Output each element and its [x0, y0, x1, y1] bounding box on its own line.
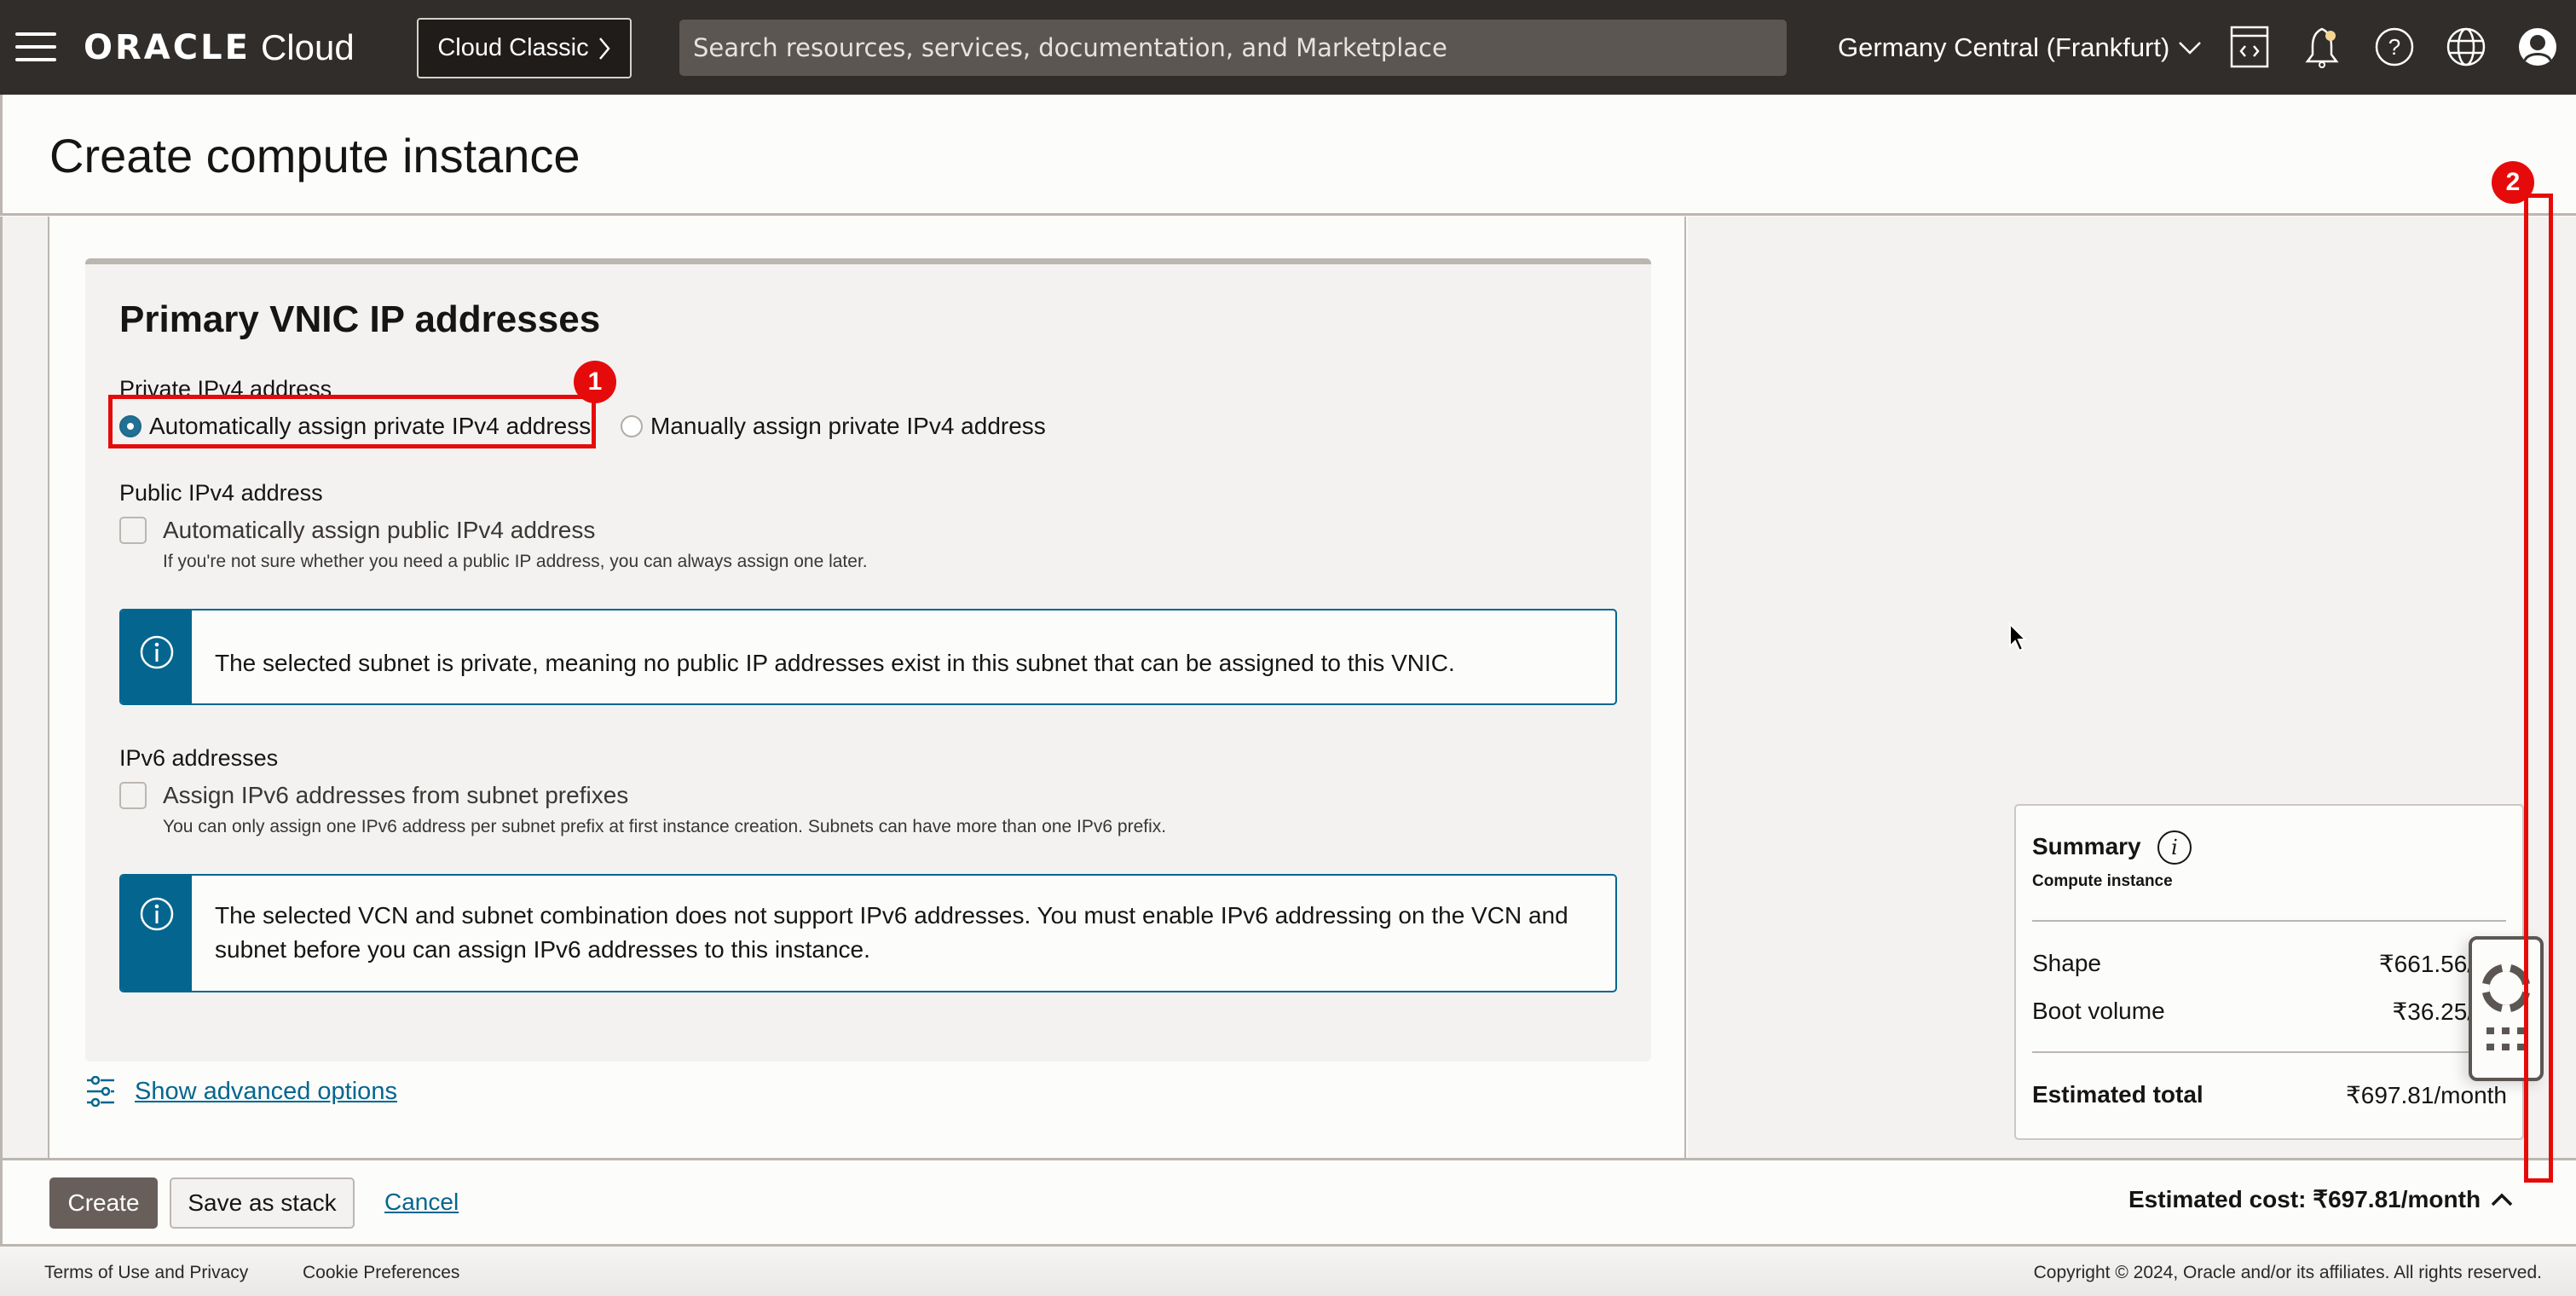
- ipv6-info-line-2: subnet before you can assign IPv6 addres…: [215, 936, 870, 963]
- radio-manual-private-ipv4-label[interactable]: Manually assign private IPv4 address: [650, 413, 1046, 440]
- checkbox-assign-ipv6-label[interactable]: Assign IPv6 addresses from subnet prefix…: [163, 782, 628, 809]
- region-label: Germany Central (Frankfurt): [1838, 32, 2170, 62]
- radio-manual-private-ipv4[interactable]: [621, 415, 643, 437]
- summary-total-value: ₹697.81/month: [2345, 1082, 2507, 1108]
- code-editor-icon[interactable]: [2227, 24, 2273, 70]
- copyright-text: Copyright © 2024, Oracle and/or its affi…: [2033, 1263, 2542, 1282]
- ipv6-info-line-1: The selected VCN and subnet combination …: [215, 902, 1568, 929]
- region-selector[interactable]: Germany Central (Frankfurt): [1838, 26, 2202, 70]
- private-subnet-info-banner: The selected subnet is private, meaning …: [119, 609, 1617, 705]
- summary-divider: [2032, 920, 2506, 922]
- annotation-badge-2: 2: [2492, 161, 2534, 204]
- chevron-right-icon: [598, 37, 610, 60]
- cloud-wordmark: Cloud: [260, 27, 355, 67]
- summary-total-label: Estimated total: [2032, 1081, 2203, 1108]
- summary-divider: [2032, 1051, 2506, 1053]
- language-globe-icon[interactable]: [2443, 24, 2489, 70]
- show-advanced-options[interactable]: Show advanced options: [85, 1076, 397, 1107]
- chevron-up-icon: [2491, 1193, 2513, 1206]
- lifebuoy-icon: [2482, 964, 2530, 1012]
- cancel-link[interactable]: Cancel: [384, 1189, 459, 1216]
- checkbox-auto-public-ipv4[interactable]: [119, 517, 147, 544]
- private-subnet-info-text: The selected subnet is private, meaning …: [215, 650, 1455, 676]
- help-icon[interactable]: ?: [2371, 24, 2417, 70]
- show-advanced-options-link[interactable]: Show advanced options: [135, 1078, 397, 1106]
- section-title: Primary VNIC IP addresses: [119, 298, 601, 340]
- checkbox-assign-ipv6[interactable]: [119, 782, 147, 809]
- sliders-icon: [87, 1076, 114, 1107]
- menu-icon[interactable]: [15, 32, 56, 61]
- summary-subtitle: Compute instance: [2032, 872, 2173, 890]
- checkbox-auto-public-ipv4-label[interactable]: Automatically assign public IPv4 address: [163, 517, 595, 544]
- annotation-badge-1: 1: [574, 361, 616, 403]
- annotation-highlight-2: [2524, 194, 2553, 1183]
- notifications-bell-icon[interactable]: [2299, 24, 2345, 70]
- cloud-classic-label: Cloud Classic: [437, 34, 589, 61]
- terms-of-use-link[interactable]: Terms of Use and Privacy: [44, 1263, 248, 1283]
- svg-text:?: ?: [2388, 34, 2400, 60]
- oracle-wordmark: ORACLE: [84, 28, 251, 67]
- summary-boot-volume-label: Boot volume: [2032, 998, 2165, 1024]
- summary-shape-label: Shape: [2032, 950, 2101, 976]
- ipv6-unsupported-info-banner: The selected VCN and subnet combination …: [119, 874, 1617, 992]
- estimated-cost-text: Estimated cost: ₹697.81/month: [2128, 1186, 2481, 1212]
- public-ipv4-help-text: If you're not sure whether you need a pu…: [163, 552, 868, 571]
- cloud-classic-button[interactable]: Cloud Classic: [417, 18, 632, 78]
- left-gutter: [0, 217, 49, 1158]
- save-as-stack-button[interactable]: Save as stack: [170, 1177, 355, 1229]
- summary-info-icon[interactable]: i: [2157, 830, 2192, 865]
- profile-avatar-icon[interactable]: [2515, 24, 2561, 70]
- ipv6-info-text: The selected VCN and subnet combination …: [215, 899, 1568, 967]
- oracle-cloud-logo[interactable]: ORACLE Cloud: [84, 26, 355, 70]
- info-icon-bar: [121, 876, 192, 991]
- create-button[interactable]: Create: [49, 1177, 158, 1229]
- global-search-bar[interactable]: [679, 20, 1787, 76]
- ipv6-help-text: You can only assign one IPv6 address per…: [163, 817, 1167, 836]
- info-icon: [140, 897, 173, 931]
- estimated-cost-toggle[interactable]: Estimated cost: ₹697.81/month: [2128, 1185, 2513, 1213]
- grid-dots-icon: [2486, 1027, 2525, 1050]
- summary-title: Summary: [2032, 833, 2141, 859]
- search-input[interactable]: [693, 33, 1787, 62]
- annotation-highlight-1: [108, 395, 596, 448]
- info-icon-bar: [121, 610, 192, 703]
- public-ipv4-label: Public IPv4 address: [119, 480, 323, 506]
- chevron-down-icon: [2179, 42, 2202, 55]
- mouse-cursor-icon: [2009, 622, 2028, 652]
- info-icon: [140, 635, 173, 669]
- ipv6-label: IPv6 addresses: [119, 745, 279, 771]
- cookie-preferences-link[interactable]: Cookie Preferences: [303, 1263, 459, 1283]
- page-title: Create compute instance: [49, 129, 580, 182]
